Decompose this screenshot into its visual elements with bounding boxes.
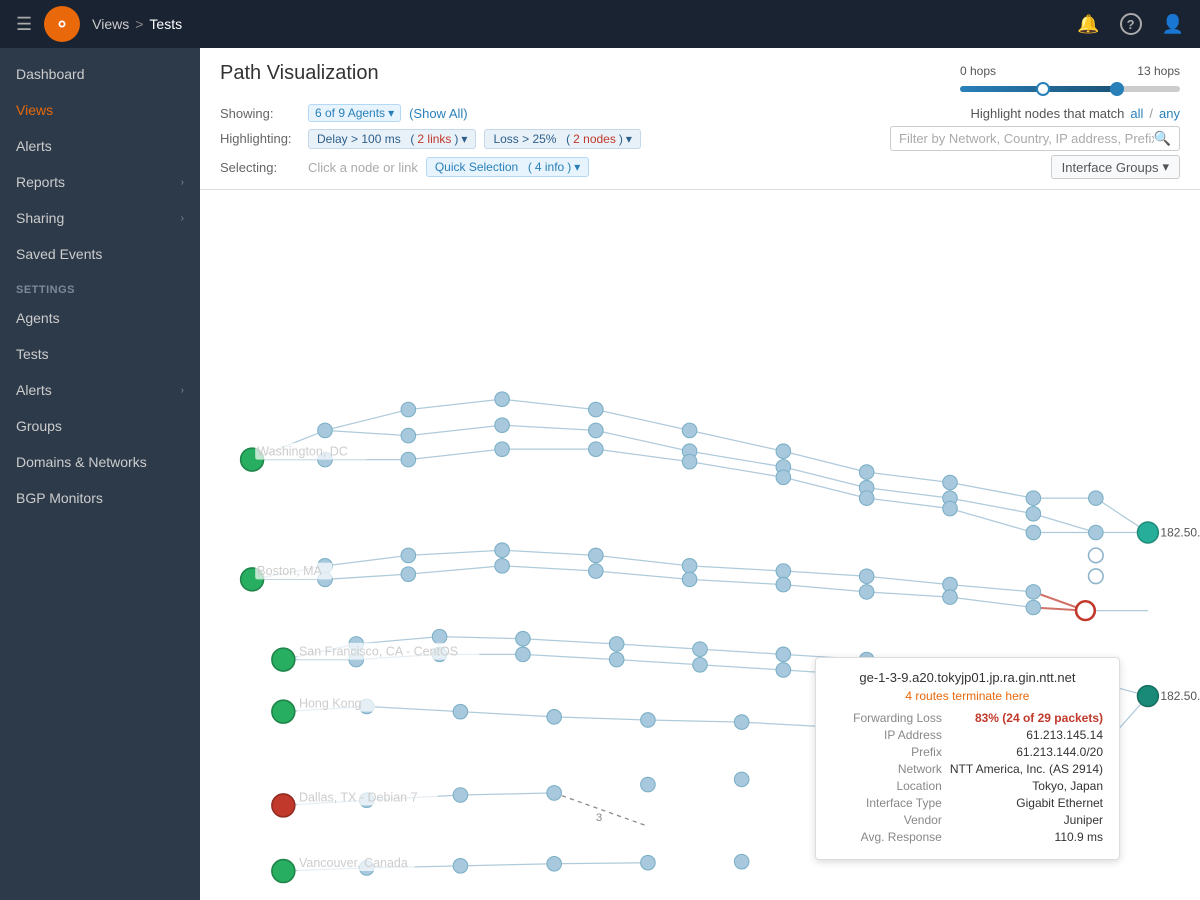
sidebar-item-dashboard[interactable]: Dashboard [0,56,200,92]
sidebar-item-alerts[interactable]: Alerts [0,128,200,164]
filter-input-wrap[interactable]: 🔍 [890,126,1180,151]
sidebar-item-sharing[interactable]: Sharing › [0,200,200,236]
main-layout: Dashboard Views Alerts Reports › Sharing… [0,48,1200,900]
click-node-label: Click a node or link [308,160,418,175]
show-all-link[interactable]: (Show All) [409,106,468,121]
sidebar-item-bgp[interactable]: BGP Monitors [0,480,200,516]
user-icon[interactable]: 👤 [1162,14,1184,35]
path-viz-header: Path Visualization 0 hops 13 hops [200,48,1200,190]
sidebar: Dashboard Views Alerts Reports › Sharing… [0,48,200,900]
sidebar-item-groups[interactable]: Groups [0,408,200,444]
tooltip-row: Interface TypeGigabit Ethernet [832,796,1103,810]
sidebar-item-tests[interactable]: Tests [0,336,200,372]
tooltip-row: Forwarding Loss83% (24 of 29 packets) [832,711,1103,725]
sidebar-item-views[interactable]: Views [0,92,200,128]
hops-slider-thumb-right[interactable] [1110,82,1124,96]
bell-icon[interactable]: 🔔 [1077,14,1099,35]
sidebar-item-alerts-settings[interactable]: Alerts › [0,372,200,408]
sidebar-item-agents[interactable]: Agents [0,300,200,336]
search-icon: 🔍 [1154,130,1171,147]
ip-label-1: 182.50.78.41 [1160,526,1200,540]
settings-section-label: SETTINGS [0,272,200,300]
tooltip-row: Avg. Response110.9 ms [832,830,1103,844]
sidebar-item-domains[interactable]: Domains & Networks [0,444,200,480]
hops-slider-thumb[interactable] [1036,82,1050,96]
menu-icon[interactable]: ☰ [16,14,32,35]
breadcrumb-views[interactable]: Views [92,16,129,32]
hops-min-label: 0 hops [960,64,996,78]
tooltip-row: NetworkNTT America, Inc. (AS 2914) [832,762,1103,776]
tooltip-row: IP Address61.213.145.14 [832,728,1103,742]
logo [44,6,80,42]
hops-max-label: 13 hops [1137,64,1180,78]
sidebar-item-reports[interactable]: Reports › [0,164,200,200]
chevron-right-icon: › [181,213,184,224]
agents-badge[interactable]: 6 of 9 Agents ▾ [308,104,401,122]
viz-area: 3 [200,190,1200,900]
chevron-right-icon: › [181,385,184,396]
highlight-any-link[interactable]: any [1159,106,1180,121]
loss-filter[interactable]: Loss > 25% (2 nodes) ▾ [484,129,640,149]
highlight-all-link[interactable]: all [1130,106,1143,121]
highlight-separator: / [1149,106,1153,121]
breadcrumb-separator: > [135,16,143,32]
tooltip-row: Prefix61.213.144.0/20 [832,745,1103,759]
interface-groups-button[interactable]: Interface Groups ▾ [1051,155,1180,179]
top-nav: ☰ Views > Tests 🔔 ? 👤 [0,0,1200,48]
page-title: Path Visualization [220,62,379,85]
topnav-right: 🔔 ? 👤 [1077,13,1184,35]
tooltip-row: LocationTokyo, Japan [832,779,1103,793]
svg-text:3: 3 [596,812,602,824]
tooltip-rows: Forwarding Loss83% (24 of 29 packets) IP … [832,711,1103,844]
selecting-label: Selecting: [220,160,300,175]
highlight-text: Highlight nodes that match [970,106,1124,121]
ip-label-2: 182.50.78.169 [1160,689,1200,703]
delay-filter[interactable]: Delay > 100 ms (2 links) ▾ [308,129,476,149]
breadcrumb: Views > Tests [92,16,182,32]
chevron-right-icon: › [181,177,184,188]
showing-label: Showing: [220,106,300,121]
tooltip-row: VendorJuniper [832,813,1103,827]
quick-selection-badge[interactable]: Quick Selection (4 info) ▾ [426,157,589,177]
content-area: Path Visualization 0 hops 13 hops [200,48,1200,900]
tooltip-subtitle: 4 routes terminate here [832,689,1103,703]
highlighting-label: Highlighting: [220,131,300,146]
help-icon[interactable]: ? [1120,13,1142,35]
tooltip-title: ge-1-3-9.a20.tokyjp01.jp.ra.gin.ntt.net [832,670,1103,685]
filter-input[interactable] [899,131,1154,146]
sidebar-item-saved-events[interactable]: Saved Events [0,236,200,272]
node-tooltip: ge-1-3-9.a20.tokyjp01.jp.ra.gin.ntt.net … [815,657,1120,860]
breadcrumb-current: Tests [149,16,182,32]
